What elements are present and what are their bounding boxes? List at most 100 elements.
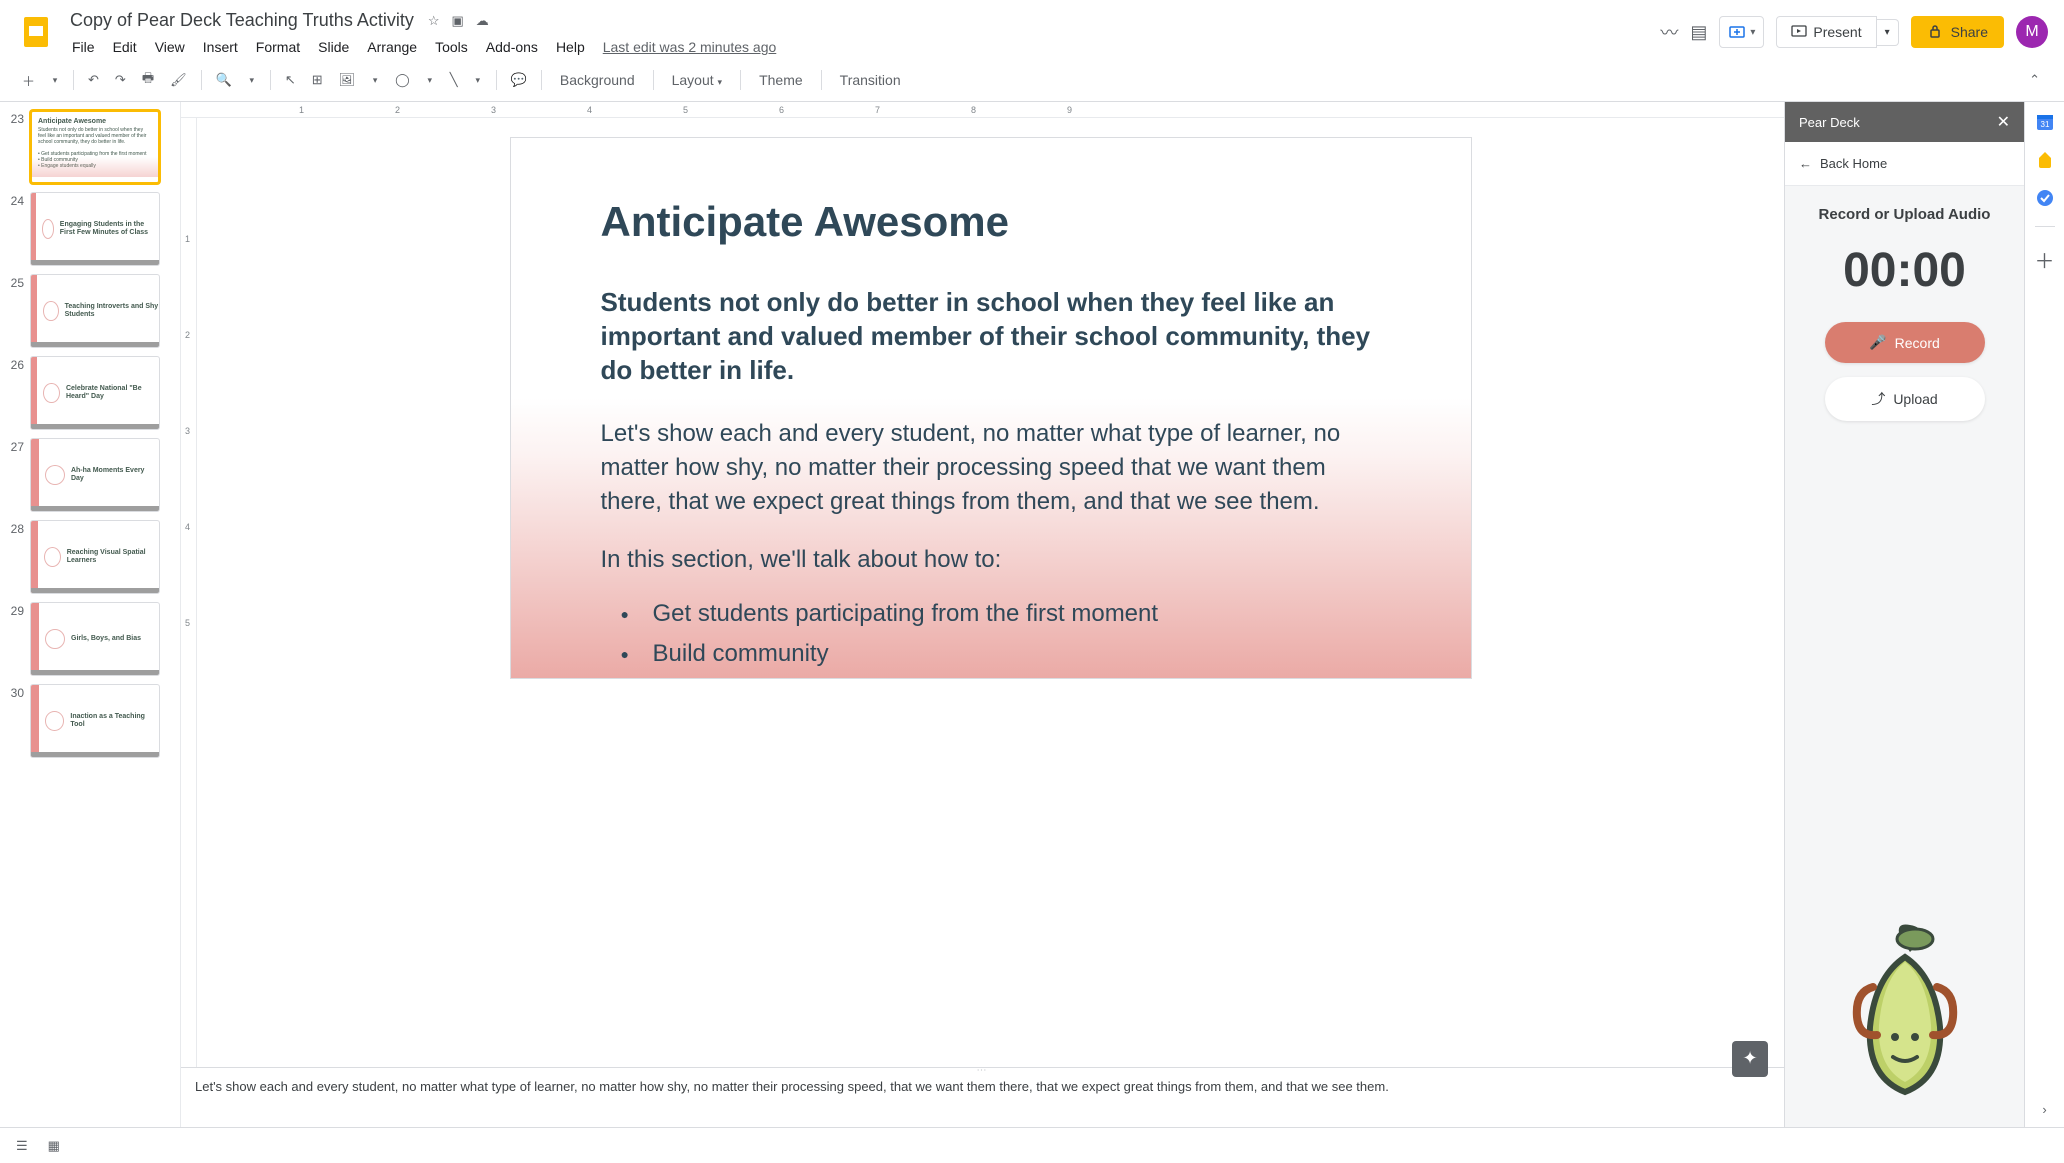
new-slide-button[interactable]: ＋	[16, 67, 41, 94]
menu-format[interactable]: Format	[248, 35, 308, 59]
slide-title[interactable]: Anticipate Awesome	[601, 198, 1381, 246]
slide-bullet-list[interactable]: Get students participating from the firs…	[601, 594, 1381, 678]
menu-slide[interactable]: Slide	[310, 35, 357, 59]
print-button[interactable]: 🖶	[136, 65, 160, 95]
record-button[interactable]: 🎤 Record	[1825, 322, 1985, 363]
layout-button[interactable]: Layout ▾	[662, 68, 732, 92]
new-slide-dropdown[interactable]: ▾	[45, 71, 65, 90]
thumb-number: 26	[8, 356, 24, 372]
theme-button[interactable]: Theme	[749, 68, 813, 92]
thumb-number: 28	[8, 520, 24, 536]
slide-thumbnail[interactable]: Teaching Introverts and Shy Students	[30, 274, 160, 348]
menu-edit[interactable]: Edit	[105, 35, 145, 59]
separator	[821, 70, 822, 90]
separator	[496, 70, 497, 90]
thumb-number: 23	[8, 110, 24, 126]
side-panel-rail: 31 ＋ ›	[2024, 102, 2064, 1127]
back-arrow-icon: ←	[1799, 156, 1812, 171]
separator	[653, 70, 654, 90]
line-dropdown[interactable]: ▾	[468, 71, 488, 90]
add-addon-icon[interactable]: ＋	[2035, 245, 2055, 274]
close-icon[interactable]: ✕	[1997, 112, 2010, 132]
slide-intro[interactable]: In this section, we'll talk about how to…	[601, 546, 1381, 574]
audio-section-title: Record or Upload Audio	[1819, 206, 1991, 223]
filmstrip-view-icon[interactable]: ☰	[16, 1138, 28, 1154]
slide-thumbnail[interactable]: Reaching Visual Spatial Learners	[30, 520, 160, 594]
shape-tool[interactable]: ◯	[389, 68, 416, 92]
collapse-rail-icon[interactable]: ›	[2042, 1102, 2046, 1117]
vertical-ruler[interactable]: 1 2 3 4 5	[181, 118, 197, 1067]
cloud-icon[interactable]: ☁	[476, 13, 489, 29]
present-dropdown[interactable]: ▾	[1877, 19, 1899, 46]
slide-canvas[interactable]: Anticipate Awesome Students not only do …	[511, 138, 1471, 678]
slide-thumbnail[interactable]: Anticipate AwesomeStudents not only do b…	[30, 110, 160, 184]
star-icon[interactable]: ☆	[428, 13, 440, 29]
notes-text[interactable]: Let's show each and every student, no ma…	[195, 1079, 1389, 1094]
upload-button[interactable]: ⤴ Upload	[1825, 377, 1985, 421]
menu-addons[interactable]: Add-ons	[478, 35, 546, 59]
slide-subtitle[interactable]: Students not only do better in school wh…	[601, 286, 1381, 387]
slide-thumbnail[interactable]: Celebrate National "Be Heard" Day	[30, 356, 160, 430]
image-tool[interactable]: 🖼	[333, 68, 362, 92]
menu-insert[interactable]: Insert	[195, 35, 246, 59]
slide-thumbnail[interactable]: Girls, Boys, and Bias	[30, 602, 160, 676]
menu-file[interactable]: File	[64, 35, 103, 59]
shape-dropdown[interactable]: ▾	[420, 71, 440, 90]
slide-paragraph[interactable]: Let's show each and every student, no ma…	[601, 417, 1381, 518]
list-item[interactable]: Build community	[621, 634, 1381, 674]
record-label: Record	[1895, 335, 1940, 351]
upload-label: Upload	[1893, 391, 1937, 407]
separator	[2035, 226, 2055, 227]
slides-logo[interactable]	[16, 12, 56, 52]
background-button[interactable]: Background	[550, 68, 645, 92]
back-home-button[interactable]: ← Back Home	[1785, 142, 2024, 186]
separator	[740, 70, 741, 90]
zoom-button[interactable]: 🔍	[210, 68, 238, 92]
transition-button[interactable]: Transition	[830, 68, 911, 92]
paint-format-button[interactable]: 🖌	[164, 68, 193, 92]
comments-icon[interactable]: ▤	[1690, 22, 1707, 43]
menu-arrange[interactable]: Arrange	[359, 35, 425, 59]
menu-tools[interactable]: Tools	[427, 35, 476, 59]
share-button[interactable]: Share	[1911, 16, 2004, 48]
document-title[interactable]: Copy of Pear Deck Teaching Truths Activi…	[64, 8, 420, 33]
speaker-notes[interactable]: ⋯ Let's show each and every student, no …	[181, 1067, 1784, 1127]
svg-text:31: 31	[2040, 120, 2049, 129]
menu-help[interactable]: Help	[548, 35, 593, 59]
share-label: Share	[1951, 24, 1988, 40]
move-icon[interactable]: ▣	[451, 13, 463, 29]
textbox-tool[interactable]: ⊞	[306, 68, 329, 92]
redo-button[interactable]: ↷	[109, 68, 132, 92]
notes-resize-handle[interactable]: ⋯	[977, 1064, 989, 1078]
pear-mascot-icon	[1825, 917, 1985, 1107]
collapse-toolbar-icon[interactable]: ⌃	[2021, 68, 2048, 92]
tasks-icon[interactable]	[2035, 188, 2055, 208]
thumb-number: 25	[8, 274, 24, 290]
keep-icon[interactable]	[2035, 150, 2055, 170]
line-tool[interactable]: ╲	[444, 68, 464, 92]
upload-icon: ⤴	[1871, 389, 1885, 409]
toolbar: ＋ ▾ ↶ ↷ 🖶 🖌 🔍 ▾ ↖ ⊞ 🖼 ▾ ◯ ▾ ╲ ▾ 💬 Backgr…	[0, 59, 2064, 102]
activity-icon[interactable]: 〰	[1660, 19, 1678, 45]
zoom-dropdown[interactable]: ▾	[242, 71, 262, 90]
grid-view-icon[interactable]: ▦	[48, 1138, 60, 1154]
menu-view[interactable]: View	[147, 35, 193, 59]
explore-button[interactable]: ✦	[1732, 1041, 1768, 1077]
list-item[interactable]: Engage students equally	[621, 674, 1381, 678]
present-button[interactable]: Present	[1776, 16, 1876, 48]
last-edit-link[interactable]: Last edit was 2 minutes ago	[603, 39, 777, 55]
list-item[interactable]: Get students participating from the firs…	[621, 594, 1381, 634]
select-tool[interactable]: ↖	[279, 68, 302, 92]
add-to-slides-button[interactable]: ▾	[1719, 16, 1764, 48]
undo-button[interactable]: ↶	[82, 68, 105, 92]
slide-thumbnail[interactable]: Ah-ha Moments Every Day	[30, 438, 160, 512]
account-avatar[interactable]: M	[2016, 16, 2048, 48]
slide-thumbnail[interactable]: Engaging Students in the First Few Minut…	[30, 192, 160, 266]
image-dropdown[interactable]: ▾	[365, 71, 385, 90]
separator	[270, 70, 271, 90]
thumb-number: 30	[8, 684, 24, 700]
comment-button[interactable]: 💬	[505, 68, 533, 92]
horizontal-ruler[interactable]: 1 2 3 4 5 6 7 8 9	[181, 102, 1784, 118]
calendar-icon[interactable]: 31	[2035, 112, 2055, 132]
slide-thumbnail[interactable]: Inaction as a Teaching Tool	[30, 684, 160, 758]
